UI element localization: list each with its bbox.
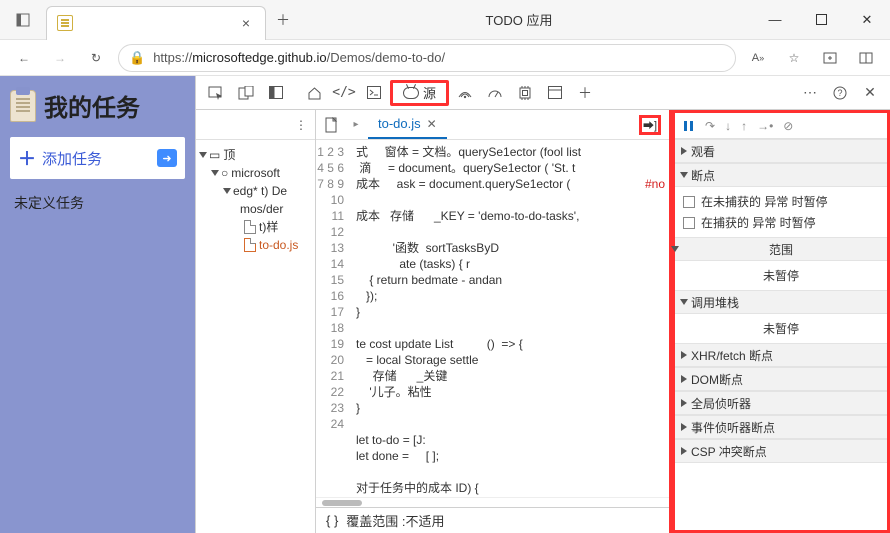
reading-aloud-icon[interactable]: A» [744, 44, 772, 72]
debugger-pane: ↷ ↓ ↑ →• ⊘ 观看 断点 在未捕获的 异常 时暂停 在捕获的 异常 时暂… [672, 110, 890, 533]
network-tab-icon[interactable] [451, 81, 479, 105]
split-screen-icon[interactable] [852, 44, 880, 72]
minimize-button[interactable]: — [752, 0, 798, 40]
app-heading: 我的任务 [10, 88, 185, 123]
window-titlebar: × ＋ TODO 应用 — ✕ [0, 0, 890, 40]
navigator-more-icon[interactable]: ⋮ [295, 118, 307, 132]
tree-file-2[interactable]: to-do.js [200, 236, 311, 254]
close-devtools-icon[interactable]: ✕ [856, 81, 884, 105]
code-text: 式 窗体 = 文档。querySe1ector (fool list 滴 = d… [350, 140, 669, 497]
submit-task-button[interactable]: ➜ [157, 149, 177, 167]
navigator-pane: ⋮ ▭ 顶 ○ microsoft edg* t) De mos/der t)样… [196, 110, 316, 533]
app-title: 我的任务 [44, 88, 140, 123]
step-out-icon[interactable]: ↑ [741, 119, 747, 133]
favorites-icon[interactable]: ☆ [780, 44, 808, 72]
site-lock-icon: 🔒 [129, 50, 145, 66]
navigator-tabs: ⋮ [196, 110, 315, 140]
braces-icon[interactable]: { } [326, 513, 338, 528]
window-title: TODO 应用 [286, 10, 752, 29]
open-file-tab[interactable]: to-do.js ✕ [368, 111, 447, 139]
coverage-bar: { } 覆盖范围 :不适用 [316, 507, 669, 533]
new-tab-button[interactable]: ＋ [266, 10, 286, 30]
console-tab-icon[interactable] [360, 81, 388, 105]
favicon-icon [57, 15, 73, 31]
more-options-icon[interactable]: ⋯ [796, 81, 824, 105]
step-into-icon[interactable]: ↓ [725, 119, 731, 133]
line-gutter: 1 2 3 4 5 6 7 8 9 10 11 12 13 14 15 16 1… [316, 140, 350, 497]
plus-icon: ＋ [18, 145, 36, 171]
breakpoints-section[interactable]: 断点 [675, 163, 887, 187]
memory-tab-icon[interactable] [511, 81, 539, 105]
tree-origin[interactable]: ○ microsoft [200, 164, 311, 182]
scope-not-paused: 未暂停 [675, 261, 887, 290]
tree-file-1[interactable]: t)样 [200, 218, 311, 236]
application-tab-icon[interactable] [541, 81, 569, 105]
maximize-button[interactable] [798, 0, 844, 40]
close-window-button[interactable]: ✕ [844, 0, 890, 40]
csp-breakpoints-section[interactable]: CSP 冲突断点 [675, 439, 887, 463]
elements-tab-icon[interactable]: </> [330, 81, 358, 105]
add-tab-icon[interactable]: ＋ [571, 81, 599, 105]
clipboard-icon [10, 90, 36, 122]
inspect-icon[interactable] [202, 81, 230, 105]
tree-folder[interactable]: mos/der [200, 200, 311, 218]
collections-icon[interactable] [816, 44, 844, 72]
coverage-text: 覆盖范围 :不适用 [346, 511, 444, 530]
page-tab-icon[interactable] [320, 117, 344, 133]
dom-breakpoints-section[interactable]: DOM断点 [675, 367, 887, 391]
address-bar: ← → ↻ 🔒 https://microsoftedge.github.io/… [0, 40, 890, 76]
close-file-icon[interactable]: ✕ [427, 117, 437, 131]
run-snippet-button[interactable]: ⮕] [639, 115, 661, 135]
deactivate-bp-icon[interactable]: ⊘ [783, 119, 793, 133]
url-host: microsoftedge.github.io [192, 50, 326, 65]
panel-layout-icon[interactable] [262, 81, 290, 105]
debug-controls: ↷ ↓ ↑ →• ⊘ [675, 113, 887, 139]
browser-tab[interactable]: × [46, 6, 266, 40]
bug-icon [403, 87, 419, 99]
pause-caught-checkbox[interactable]: 在捕获的 异常 时暂停 [683, 212, 879, 233]
sources-tab[interactable]: 源 [390, 80, 449, 106]
device-toggle-icon[interactable] [232, 81, 260, 105]
file-tree: ▭ 顶 ○ microsoft edg* t) De mos/der t)样 t… [196, 140, 315, 260]
help-icon[interactable]: ? [826, 81, 854, 105]
refresh-button[interactable]: ↻ [82, 44, 110, 72]
editor-pane: ▸ to-do.js ✕ ⮕] 1 2 3 4 5 6 7 8 9 10 11 … [316, 110, 672, 533]
event-breakpoints-section[interactable]: 事件侦听器断点 [675, 415, 887, 439]
h-scrollbar[interactable] [322, 500, 362, 506]
undefined-task: 未定义任务 [10, 193, 185, 213]
url-field[interactable]: 🔒 https://microsoftedge.github.io/Demos/… [118, 44, 736, 72]
step-over-icon[interactable]: ↷ [705, 119, 715, 133]
watch-section[interactable]: 观看 [675, 139, 887, 163]
tab-close-icon[interactable]: × [237, 15, 255, 31]
open-file-name: to-do.js [378, 116, 421, 131]
callstack-not-paused: 未暂停 [675, 314, 887, 343]
back-button[interactable]: ← [10, 44, 38, 72]
todo-app-panel: 我的任务 ＋ 添加任务 ➜ 未定义任务 [0, 76, 195, 533]
pause-uncaught-checkbox[interactable]: 在未捕获的 异常 时暂停 [683, 191, 879, 212]
code-area[interactable]: 1 2 3 4 5 6 7 8 9 10 11 12 13 14 15 16 1… [316, 140, 669, 497]
step-icon[interactable]: →• [757, 119, 773, 133]
devtools-panel: </> 源 ＋ ⋯ ? ✕ ⋮ ▭ 顶 ○ micros [195, 76, 890, 533]
url-path: /Demos/demo-to-do/ [327, 50, 446, 65]
add-task-label: 添加任务 [42, 148, 102, 169]
tree-top[interactable]: ▭ 顶 [200, 146, 311, 164]
tab-actions-icon[interactable] [0, 0, 46, 40]
devtools-toolbar: </> 源 ＋ ⋯ ? ✕ [196, 76, 890, 110]
forward-button[interactable]: → [46, 44, 74, 72]
performance-tab-icon[interactable] [481, 81, 509, 105]
xhr-breakpoints-section[interactable]: XHR/fetch 断点 [675, 343, 887, 367]
add-task-card[interactable]: ＋ 添加任务 ➜ [10, 137, 185, 179]
editor-tabs: ▸ to-do.js ✕ ⮕] [316, 110, 669, 140]
svg-text:?: ? [837, 88, 842, 98]
welcome-tab-icon[interactable] [300, 81, 328, 105]
scope-section[interactable]: 范围 [675, 237, 887, 261]
callstack-section[interactable]: 调用堆栈 [675, 290, 887, 314]
url-scheme: https:// [153, 50, 192, 65]
pause-button[interactable] [683, 120, 695, 132]
global-listeners-section[interactable]: 全局侦听器 [675, 391, 887, 415]
page-tab-arrow-icon[interactable]: ▸ [344, 119, 368, 130]
sources-tab-label: 源 [423, 83, 436, 102]
tree-sub[interactable]: edg* t) De [200, 182, 311, 200]
